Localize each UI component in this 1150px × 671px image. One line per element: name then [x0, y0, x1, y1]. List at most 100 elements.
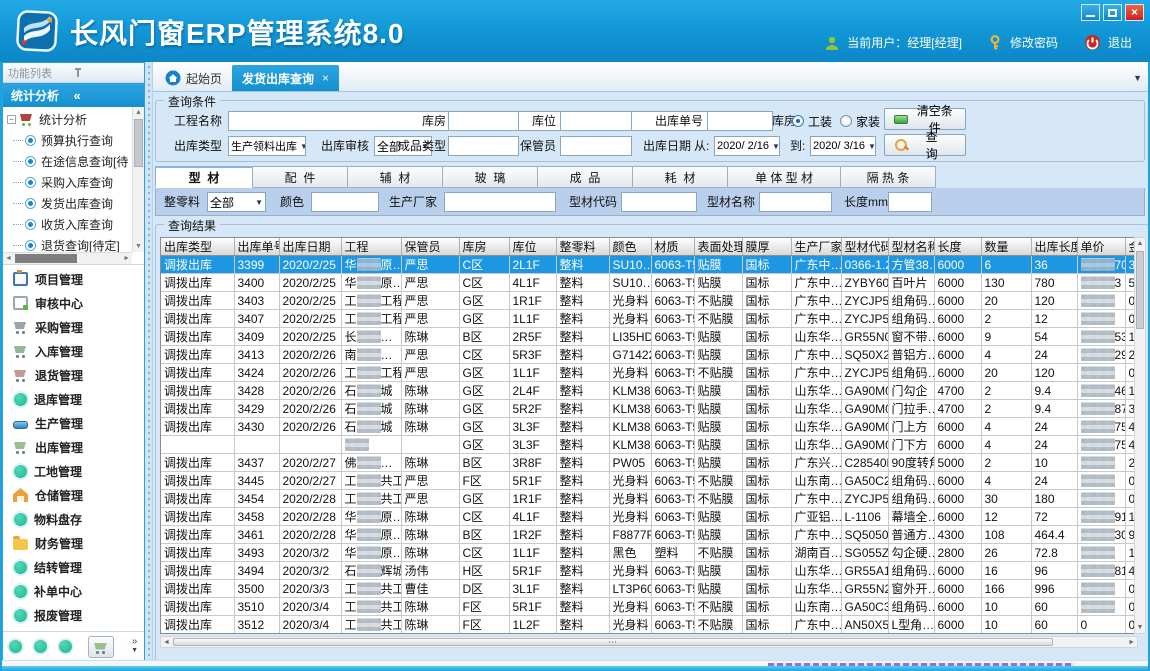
table-row[interactable]: 调拨出库34452020/2/27工共工程严思F区5R1F整料光身料6063-T…: [161, 472, 1138, 490]
table-row[interactable]: 调拨出库33992020/2/25华原…严思C区2L1F整料SU10…6063-…: [161, 256, 1138, 274]
sidebar-item-项目管理[interactable]: 项目管理: [3, 267, 144, 291]
table-row[interactable]: 调拨出库35102020/3/4工共工程陈琳F区5R1F整料光身料6063-T5…: [161, 598, 1138, 616]
length-input[interactable]: [888, 192, 932, 212]
out-type-select[interactable]: 生产领料出库 ▼: [228, 136, 306, 156]
tree-horizontal-scrollbar[interactable]: ◄ ►: [3, 252, 132, 264]
color-input[interactable]: [311, 192, 379, 212]
tree-item[interactable]: 退货查询[待定]: [5, 235, 130, 252]
tree-expander-icon[interactable]: −: [7, 115, 16, 124]
sidebar-item-出库管理[interactable]: 出库管理: [3, 435, 144, 459]
column-header[interactable]: 出库类型: [161, 238, 234, 256]
product-type-input[interactable]: [448, 136, 519, 156]
column-header[interactable]: 型材名称: [888, 238, 934, 256]
column-header[interactable]: 库位: [509, 238, 556, 256]
tree-item[interactable]: 发货出库查询: [5, 193, 130, 214]
material-tab-8[interactable]: 隔 热 条: [841, 166, 936, 188]
logout-link[interactable]: 退出: [1108, 34, 1132, 51]
table-vertical-scrollbar[interactable]: ▲ ▼: [1134, 237, 1146, 634]
table-row[interactable]: 调拨出库34072020/2/25工工程严思G区1L1F整料光身料6063-T5…: [161, 310, 1138, 328]
minimize-button[interactable]: [1081, 4, 1100, 21]
material-tab-5[interactable]: 成 品: [538, 166, 633, 188]
table-row[interactable]: 调拨出库34302020/2/26石城陈琳G区3L3F整料KLM38176063…: [161, 418, 1138, 436]
material-tab-1[interactable]: 型 材: [155, 166, 253, 188]
column-header[interactable]: 型材代码: [841, 238, 888, 256]
order-no-input[interactable]: [707, 111, 773, 131]
column-header[interactable]: 保管员: [401, 238, 459, 256]
radio-jiazhuang[interactable]: 家装: [840, 111, 880, 131]
tree-root-node[interactable]: − 统计分析: [5, 109, 130, 130]
tab-close-icon[interactable]: ×: [322, 71, 329, 85]
tree-vertical-scrollbar[interactable]: ▲ ▼: [132, 107, 144, 252]
cart-module-button[interactable]: [88, 636, 114, 658]
table-row[interactable]: 调拨出库35122020/3/4工共工程陈琳F区1L2F整料光身料6063-T5…: [161, 616, 1138, 634]
tab-home[interactable]: 起始页: [155, 65, 232, 91]
table-row[interactable]: 调拨出库34582020/2/28华原…陈琳C区4L1F整料光身料6063-T5…: [161, 508, 1138, 526]
tree-item[interactable]: 在途信息查询[待: [5, 151, 130, 172]
material-tab-6[interactable]: 耗 材: [633, 166, 728, 188]
table-row[interactable]: 调拨出库34942020/3/2石辉城汤伟H区5R1F整料光身料6063-T5贴…: [161, 562, 1138, 580]
module-dot-icon[interactable]: [34, 640, 47, 653]
collapse-icon[interactable]: «: [74, 88, 137, 103]
warehouse-input[interactable]: [448, 111, 519, 131]
whole-part-select[interactable]: 全部 ▼: [207, 192, 266, 212]
pin-icon[interactable]: [74, 67, 140, 78]
column-header[interactable]: 长度: [934, 238, 981, 256]
table-row[interactable]: 调拨出库34282020/2/26石城陈琳G区2L4F整料KLM38176063…: [161, 382, 1138, 400]
column-header[interactable]: 整零料: [556, 238, 609, 256]
profile-name-input[interactable]: [759, 192, 832, 212]
sidebar-item-补单中心[interactable]: 补单中心: [3, 579, 144, 603]
tab-overflow-icon[interactable]: ▼: [1133, 73, 1142, 83]
table-row[interactable]: 调拨出库34932020/3/2华原…陈琳C区1L1F整料黑色塑料不贴膜国标湖南…: [161, 544, 1138, 562]
sidebar-item-物料盘存[interactable]: 物料盘存: [3, 507, 144, 531]
manufacturer-input[interactable]: [444, 192, 556, 212]
table-row[interactable]: 调拨出库34132020/2/26南…严思C区5R3F整料G714226063-…: [161, 346, 1138, 364]
column-header[interactable]: 工程: [341, 238, 401, 256]
change-password-link[interactable]: 修改密码: [1010, 34, 1058, 51]
sidebar-item-报废管理[interactable]: 报废管理: [3, 603, 144, 627]
table-row[interactable]: 调拨出库34002020/2/25华原…严思C区4L1F整料SU10…6063-…: [161, 274, 1138, 292]
column-header[interactable]: 膜厚: [742, 238, 791, 256]
sidebar-item-结转管理[interactable]: 结转管理: [3, 555, 144, 579]
column-header[interactable]: 数量: [981, 238, 1031, 256]
sidebar-item-入库管理[interactable]: 入库管理: [3, 339, 144, 363]
column-header[interactable]: 库房: [459, 238, 509, 256]
date-from-picker[interactable]: 2020/ 2/16 ▼: [714, 136, 780, 156]
column-header[interactable]: 表面处理: [694, 238, 742, 256]
tree-item[interactable]: 采购入库查询: [5, 172, 130, 193]
more-modules-button[interactable]: »▼: [131, 638, 138, 655]
table-row[interactable]: G区3L3F整料KLM38176063-T5贴膜国标山东华…GA90M09…门下…: [161, 436, 1138, 454]
table-row[interactable]: 调拨出库34542020/2/28工共工程严思G区1R1F整料光身料6063-T…: [161, 490, 1138, 508]
sidebar-item-采购管理[interactable]: 采购管理: [3, 315, 144, 339]
sidebar-item-审核中心[interactable]: 审核中心: [3, 291, 144, 315]
table-row[interactable]: 调拨出库34612020/2/28华原…陈琳B区1R2F整料F8877FT606…: [161, 526, 1138, 544]
clear-conditions-button[interactable]: 清空条件: [884, 108, 966, 130]
column-header[interactable]: 颜色: [609, 238, 651, 256]
date-to-picker[interactable]: 2020/ 3/16 ▼: [810, 136, 876, 156]
material-tab-7[interactable]: 单 体 型 材: [728, 166, 841, 188]
table-horizontal-scrollbar[interactable]: ◄ ►: [160, 636, 1138, 648]
material-tab-4[interactable]: 玻 璃: [443, 166, 538, 188]
module-dot-icon[interactable]: [59, 640, 72, 653]
tab-shipment-query[interactable]: 发货出库查询 ×: [232, 65, 339, 91]
table-row[interactable]: 调拨出库34292020/2/26石城陈琳G区5R2F整料KLM38176063…: [161, 400, 1138, 418]
module-dot-icon[interactable]: [9, 640, 22, 653]
keeper-input[interactable]: [560, 136, 632, 156]
material-tab-2[interactable]: 配 件: [253, 166, 348, 188]
tree-item[interactable]: 预算执行查询: [5, 130, 130, 151]
table-row[interactable]: 调拨出库34242020/2/26工工程严思G区1L1F整料光身料6063-T5…: [161, 364, 1138, 382]
sidebar-item-生产管理[interactable]: 生产管理: [3, 411, 144, 435]
section-header[interactable]: 统计分析 «: [3, 83, 144, 107]
column-header[interactable]: 生产厂家: [791, 238, 841, 256]
column-header[interactable]: 材质: [651, 238, 694, 256]
location-input[interactable]: [560, 111, 632, 131]
table-row[interactable]: 调拨出库34092020/2/25长…陈琳B区2R5F整料LI35HD6063-…: [161, 328, 1138, 346]
material-tab-3[interactable]: 辅 材: [348, 166, 443, 188]
column-header[interactable]: 出库日期: [279, 238, 341, 256]
sidebar-item-退货管理[interactable]: 退货管理: [3, 363, 144, 387]
column-header[interactable]: 出库长度: [1031, 238, 1077, 256]
tree-item[interactable]: 收货入库查询: [5, 214, 130, 235]
sidebar-splitter[interactable]: [145, 62, 153, 662]
column-header[interactable]: 出库单号: [234, 238, 279, 256]
maximize-button[interactable]: [1103, 4, 1122, 21]
sidebar-item-财务管理[interactable]: 财务管理: [3, 531, 144, 555]
